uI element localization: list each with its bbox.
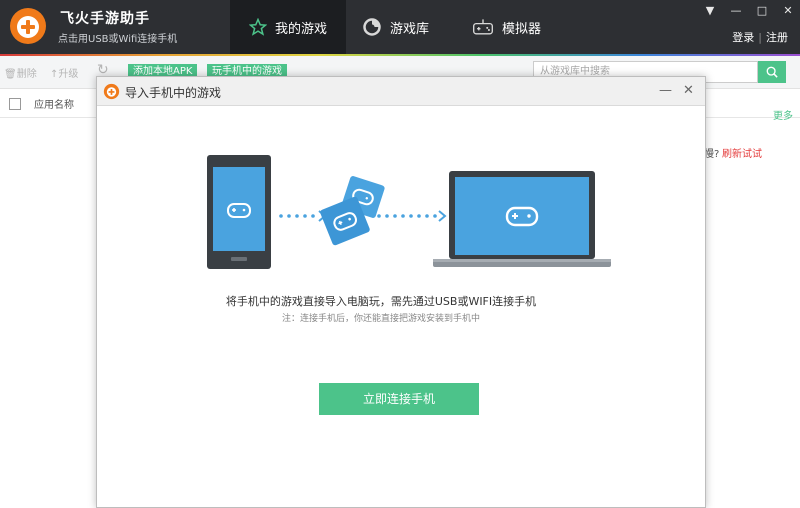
laptop-icon (433, 171, 611, 267)
connect-phone-button[interactable]: 立即连接手机 (319, 383, 479, 415)
gamepad-icon (473, 19, 493, 35)
delete-button[interactable]: 🗑删除 (4, 65, 37, 80)
dialog-logo-icon (103, 83, 120, 100)
star-icon (248, 18, 267, 36)
search-button[interactable] (758, 61, 786, 83)
title-bar: 飞火手游助手 点击用USB或Wifi连接手机 我的游戏 游戏库 模拟器 ▼ — … (0, 0, 800, 54)
dialog-title: 导入手机中的游戏 (125, 86, 222, 100)
column-app-name: 应用名称 (34, 100, 74, 111)
app-title: 飞火手游助手 (60, 11, 150, 27)
slow-hint-text: 慢? (704, 149, 720, 160)
window-controls: ▼ — □ ✕ (704, 4, 794, 17)
delete-label: 删除 (16, 69, 37, 80)
import-games-dialog: 导入手机中的游戏 — ✕ 将手机中的游戏直接导入电脑玩，需先通过USB或WIFI… (96, 76, 706, 508)
refresh-link[interactable]: 刷新试试 (722, 145, 762, 160)
tab-game-library[interactable]: 游戏库 (362, 0, 452, 54)
dialog-close-icon[interactable]: ✕ (683, 83, 694, 98)
maximize-icon[interactable]: □ (756, 4, 768, 17)
dialog-main-text: 将手机中的游戏直接导入电脑玩，需先通过USB或WIFI连接手机 (225, 295, 537, 308)
dialog-header: 导入手机中的游戏 — ✕ (97, 77, 705, 106)
auth-links: 登录 | 注册 (732, 29, 788, 45)
transfer-arrow-right (377, 210, 447, 222)
search-icon (766, 66, 778, 78)
transfer-arrow-left (279, 210, 327, 222)
phone-icon (207, 155, 271, 269)
dialog-minimize-icon[interactable]: — (659, 83, 672, 98)
more-link[interactable]: 更多 (773, 107, 793, 122)
tab-emulator[interactable]: 模拟器 (472, 0, 562, 54)
app-logo-icon (10, 8, 46, 44)
register-link[interactable]: 注册 (766, 31, 788, 44)
tab-my-games[interactable]: 我的游戏 (230, 0, 346, 54)
select-all-checkbox[interactable] (9, 98, 21, 110)
dialog-note-text: 注：连接手机后，你还能直接把游戏安装到手机中 (281, 314, 480, 324)
upgrade-label: 升级 (58, 69, 79, 80)
auth-separator: | (758, 31, 762, 44)
tab-my-games-label: 我的游戏 (274, 21, 327, 37)
game-library-icon (363, 18, 381, 36)
close-icon[interactable]: ✕ (782, 4, 794, 17)
connect-illustration (207, 155, 611, 269)
upgrade-button[interactable]: ↑升级 (50, 65, 78, 80)
login-link[interactable]: 登录 (732, 31, 754, 44)
menu-dropdown-icon[interactable]: ▼ (704, 4, 716, 17)
app-subtitle[interactable]: 点击用USB或Wifi连接手机 (58, 30, 177, 45)
minimize-icon[interactable]: — (730, 4, 742, 17)
tab-emulator-label: 模拟器 (502, 21, 542, 37)
tab-game-library-label: 游戏库 (390, 21, 430, 37)
trash-icon: 🗑 (4, 69, 17, 80)
